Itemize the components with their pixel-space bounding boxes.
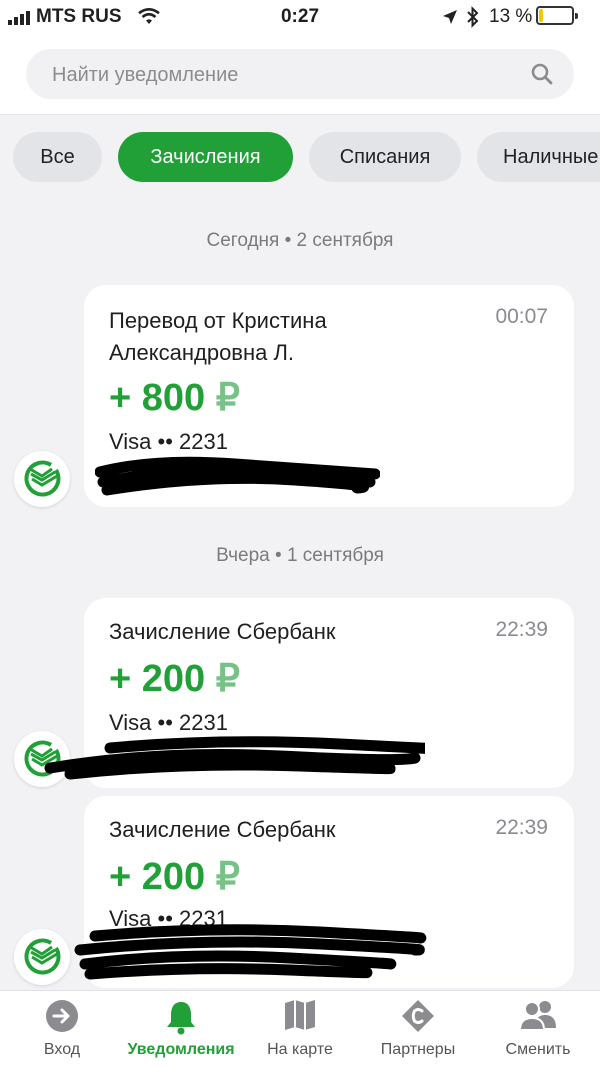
tab-notifications[interactable]: Уведомления: [124, 991, 238, 1067]
search-input[interactable]: [50, 49, 524, 101]
battery-percent: 13 %: [489, 6, 533, 27]
filter-chip-expenses[interactable]: Списания: [309, 132, 461, 182]
battery-icon: [536, 6, 578, 25]
tab-switch-user[interactable]: Сменить: [488, 991, 588, 1067]
notification-amount: + 200 ₽: [109, 856, 240, 898]
filter-chips: Все Зачисления Списания Наличные: [0, 132, 600, 184]
tab-login[interactable]: Вход: [12, 991, 112, 1067]
location-arrow-icon: [443, 10, 457, 24]
notification-card[interactable]: Зачисление Сбербанк 22:39 + 200 ₽ Visa •…: [84, 796, 574, 988]
notification-card[interactable]: Зачисление Сбербанк 22:39 + 200 ₽ Visa •…: [84, 598, 574, 788]
search-bar[interactable]: [26, 49, 574, 101]
tab-map[interactable]: На карте: [250, 991, 350, 1067]
notification-title: Зачисление Сбербанк: [109, 817, 336, 842]
date-header-today: Сегодня • 2 сентября: [206, 230, 394, 251]
status-bar: MTS RUS 0:27 13 %: [0, 0, 600, 34]
notification-time: 22:39: [495, 618, 548, 641]
tab-label: Сменить: [505, 1041, 571, 1058]
notification-title: Зачисление Сбербанк: [109, 619, 336, 644]
card-number: Visa •• 2231: [109, 710, 228, 735]
bell-icon: [167, 1002, 195, 1035]
notification-amount: + 800 ₽: [109, 377, 240, 419]
notification-card[interactable]: Перевод от Кристина Александровна Л. 00:…: [84, 285, 574, 507]
notification-time: 00:07: [495, 305, 548, 328]
notification-title: Перевод от Кристина Александровна Л.: [109, 308, 327, 365]
partners-icon: [402, 1000, 434, 1032]
tab-partners[interactable]: Партнеры: [368, 991, 468, 1067]
tab-label: На карте: [267, 1041, 333, 1058]
tab-label: Вход: [43, 1041, 81, 1058]
date-header-yesterday: Вчера • 1 сентября: [216, 545, 384, 566]
map-icon: [285, 1000, 315, 1030]
filter-chip-all[interactable]: Все: [13, 132, 102, 182]
battery-fill: [539, 9, 543, 22]
sberbank-logo-icon: [14, 451, 70, 507]
search-icon[interactable]: [530, 62, 554, 86]
card-number: Visa •• 2231: [109, 906, 228, 931]
sberbank-logo-icon: [14, 731, 70, 787]
notification-time: 22:39: [495, 816, 548, 839]
login-arrow-icon: [46, 1000, 78, 1032]
card-number: Visa •• 2231: [109, 429, 228, 454]
notification-amount: + 200 ₽: [109, 658, 240, 700]
tab-label: Уведомления: [127, 1041, 235, 1058]
users-icon: [519, 1001, 556, 1031]
tab-label: Партнеры: [380, 1041, 456, 1058]
sberbank-logo-icon: [14, 929, 70, 985]
tab-bar: Вход Уведомления На карте Партнеры Смени…: [0, 990, 600, 1067]
bluetooth-icon: [467, 6, 479, 28]
filter-chip-income[interactable]: Зачисления: [118, 132, 293, 182]
filter-chip-cash[interactable]: Наличные: [477, 132, 600, 182]
header: [0, 34, 600, 115]
